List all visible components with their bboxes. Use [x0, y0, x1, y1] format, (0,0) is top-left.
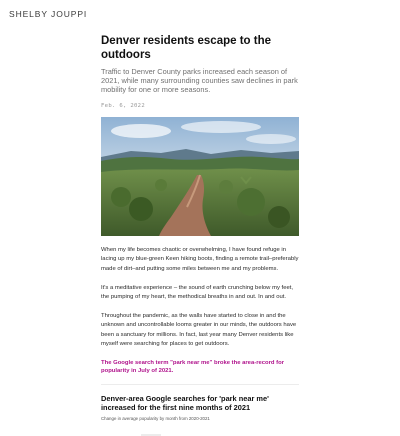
paragraph-3: Throughout the pandemic, as the walls ha… — [101, 312, 297, 348]
publish-date: Feb. 6, 2022 — [101, 102, 146, 109]
hero-landscape-photo — [101, 116, 299, 236]
article: Denver residents escape to the outdoors … — [101, 34, 299, 436]
figure-caption: Change in average popularity by month fr… — [101, 416, 210, 422]
paragraph-2: It's a meditative experience – the sound… — [101, 284, 294, 301]
section-divider — [101, 384, 299, 386]
site-name[interactable]: SHELBY JOUPPI — [9, 9, 87, 19]
chart-top-edge — [141, 434, 161, 436]
pull-quote: The Google search term "park near me" br… — [101, 360, 285, 375]
paragraph-1: When my life becomes chaotic or overwhel… — [101, 246, 299, 272]
article-title: Denver residents escape to the outdoors — [101, 35, 272, 61]
article-subtitle: Traffic to Denver County parks increased… — [101, 67, 298, 94]
figure-title: Denver-area Google searches for 'park ne… — [101, 394, 269, 413]
